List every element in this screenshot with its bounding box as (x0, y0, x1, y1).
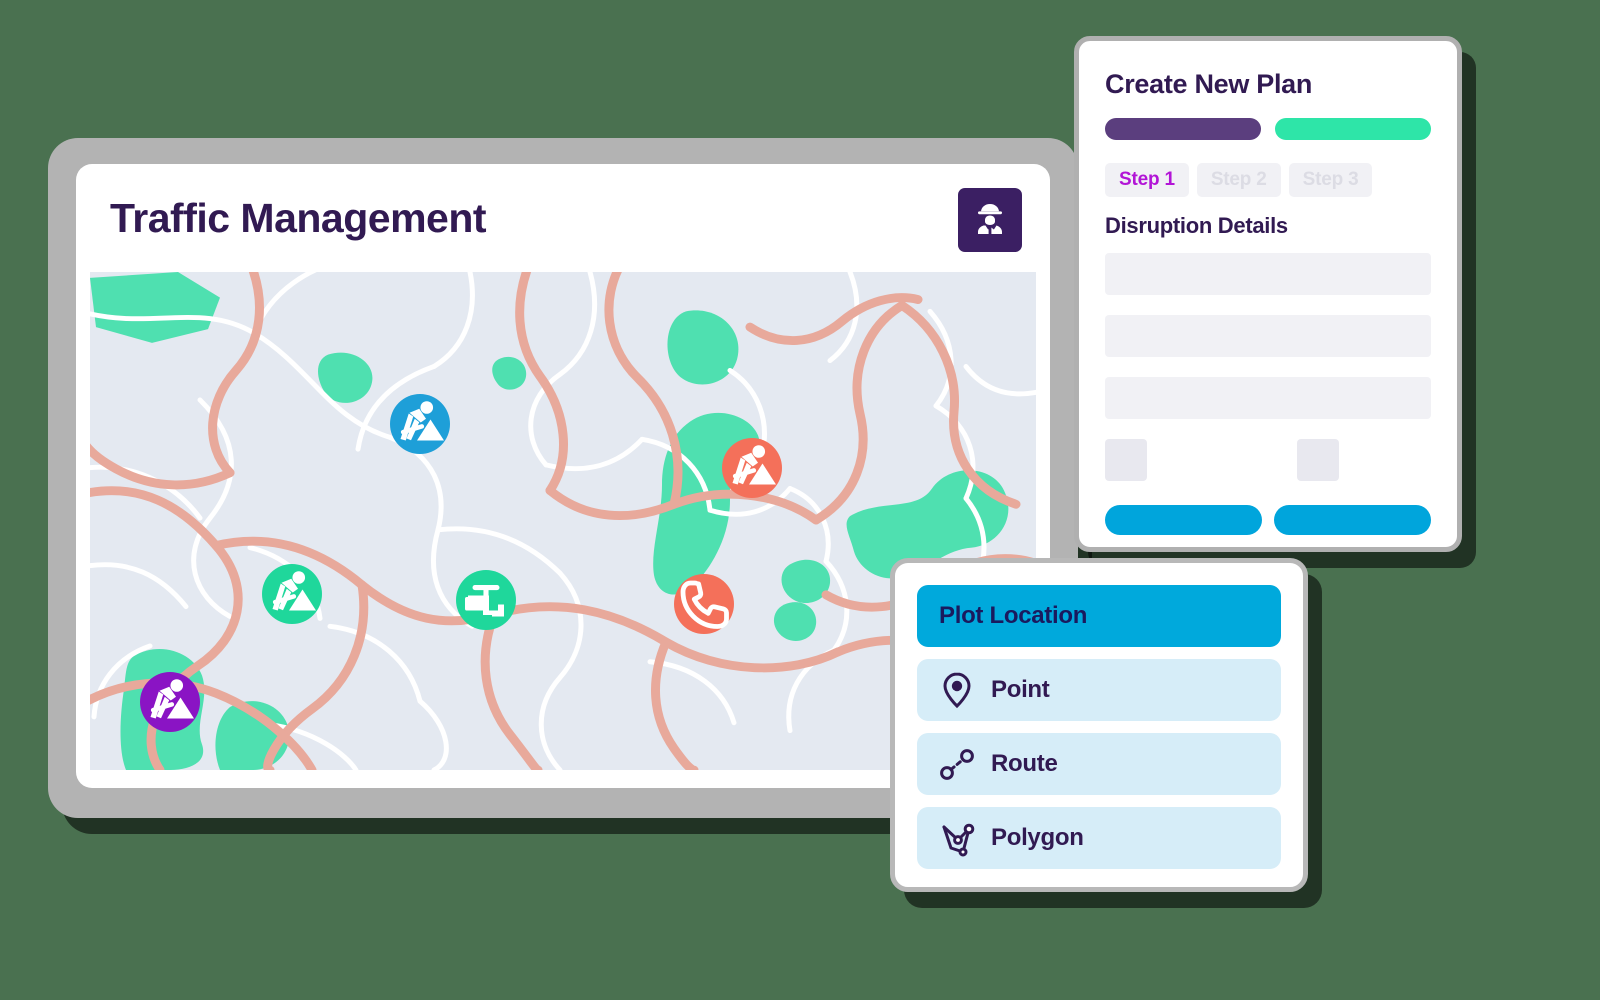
map-marker-roadworks-purple[interactable] (140, 672, 200, 732)
water-tap-icon (465, 585, 504, 617)
step-tab-2[interactable]: Step 2 (1196, 163, 1281, 197)
plot-option-point-label: Point (991, 676, 1050, 703)
map-marker-water-tap[interactable] (456, 570, 516, 630)
map-marker-phone[interactable] (674, 574, 734, 634)
plot-option-polygon-label: Polygon (991, 824, 1084, 851)
disruption-field-1[interactable] (1105, 253, 1431, 295)
plot-option-route[interactable]: Route (917, 733, 1281, 795)
plot-option-point[interactable]: Point (917, 659, 1281, 721)
step-tab-3[interactable]: Step 3 (1288, 163, 1373, 197)
plot-option-polygon[interactable]: Polygon (917, 807, 1281, 869)
create-new-plan-panel: Create New Plan Step 1 Step 2 Step 3 Dis… (1074, 36, 1462, 552)
roadworks-icon (150, 679, 194, 719)
avatar[interactable] (958, 188, 1022, 252)
step-tabs: Step 1 Step 2 Step 3 (1105, 163, 1431, 197)
step-tab-1[interactable]: Step 1 (1105, 163, 1189, 197)
roadworks-icon (272, 571, 316, 611)
route-icon (935, 745, 979, 783)
roadworks-icon (732, 445, 776, 485)
checkbox-2[interactable] (1297, 439, 1339, 481)
checkbox-row (1105, 439, 1431, 481)
progress-bar-secondary (1275, 118, 1431, 140)
progress-bar-primary (1105, 118, 1261, 140)
plan-progress-bars (1105, 118, 1431, 140)
phone-icon (680, 580, 729, 629)
plot-location-panel: Plot Location Point Route Polygon (890, 558, 1308, 892)
map-pin-icon (935, 671, 979, 709)
stage: Traffic Management Create New Plan Step … (0, 0, 1600, 1000)
roadworks-icon (400, 401, 444, 441)
app-header: Traffic Management (76, 164, 1050, 272)
plot-option-route-label: Route (991, 750, 1058, 777)
checkbox-1[interactable] (1105, 439, 1147, 481)
polygon-icon (935, 819, 979, 857)
map-marker-roadworks-coral[interactable] (722, 438, 782, 498)
section-title-disruption-details: Disruption Details (1105, 213, 1288, 238)
plot-location-header[interactable]: Plot Location (917, 585, 1281, 647)
disruption-field-2[interactable] (1105, 315, 1431, 357)
plot-location-header-label: Plot Location (939, 602, 1088, 629)
disruption-field-3[interactable] (1105, 377, 1431, 419)
plan-button-row (1105, 505, 1431, 535)
construction-worker-icon (970, 198, 1010, 243)
map-marker-roadworks-green[interactable] (262, 564, 322, 624)
plan-secondary-button[interactable] (1274, 505, 1431, 535)
map-marker-roadworks-blue[interactable] (390, 394, 450, 454)
page-title: Traffic Management (110, 194, 487, 241)
plan-primary-button[interactable] (1105, 505, 1262, 535)
plan-panel-title: Create New Plan (1105, 69, 1313, 99)
